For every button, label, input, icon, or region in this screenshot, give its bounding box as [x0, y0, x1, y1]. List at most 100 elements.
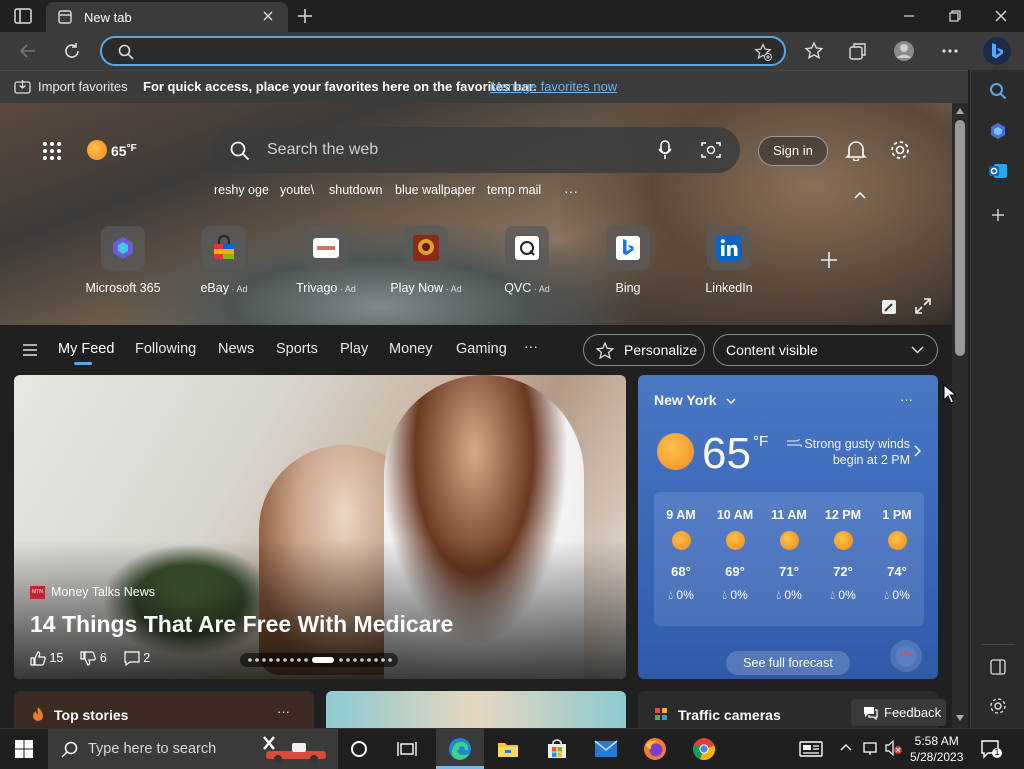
see-full-forecast-button[interactable]: See full forecast	[726, 651, 850, 675]
show-hidden-icons-icon[interactable]	[840, 743, 852, 751]
recent-search-chip[interactable]: shutdown	[329, 183, 383, 197]
voice-search-icon[interactable]	[658, 140, 672, 160]
weather-card[interactable]: New York ··· 65 °F Strong gusty winds be…	[638, 375, 938, 679]
visual-search-icon[interactable]	[701, 141, 721, 159]
story-card-image[interactable]	[326, 691, 626, 728]
mail-icon[interactable]	[591, 734, 621, 764]
tab-sports[interactable]: Sports	[276, 341, 318, 357]
profile-avatar[interactable]	[893, 40, 915, 62]
top-stories-card[interactable]: Top stories ···	[14, 691, 314, 728]
tab-following[interactable]: Following	[135, 341, 196, 357]
restore-button[interactable]	[932, 0, 978, 32]
edit-background-icon[interactable]	[881, 299, 897, 315]
recent-search-chip[interactable]: reshy oge	[214, 183, 269, 197]
hourly-item[interactable]: 11 AM 71° 💧︎ 0%	[762, 492, 816, 603]
notifications-icon[interactable]	[845, 139, 867, 161]
microsoft-store-icon[interactable]	[542, 734, 572, 764]
more-searches-icon[interactable]: ···	[564, 183, 578, 199]
new-tab-button[interactable]	[296, 7, 314, 25]
expand-icon[interactable]	[915, 298, 931, 314]
tab-new-tab[interactable]: New tab	[46, 2, 288, 32]
weather-alert[interactable]: Strong gusty winds begin at 2 PM	[784, 436, 910, 468]
top-stories-more-icon[interactable]: ···	[277, 704, 290, 719]
web-search-box[interactable]: Search the web	[212, 127, 740, 173]
header-weather[interactable]: 65°F	[111, 143, 137, 159]
sidebar-search-icon[interactable]	[987, 80, 1009, 102]
page-settings-icon[interactable]	[889, 139, 911, 161]
back-button[interactable]	[17, 40, 39, 62]
carousel-indicator[interactable]	[240, 653, 398, 667]
quick-link-trivago[interactable]: Trivago · Ad	[281, 226, 371, 295]
manage-favorites-link[interactable]: Manage favorites now	[490, 79, 617, 94]
settings-more-icon[interactable]	[939, 40, 961, 62]
hourly-item[interactable]: 12 PM 72° 💧︎ 0%	[816, 492, 870, 603]
main-story-card[interactable]: MTN Money Talks News 14 Things That Are F…	[14, 375, 626, 679]
tab-gaming[interactable]: Gaming	[456, 341, 507, 357]
network-icon[interactable]	[862, 740, 880, 756]
feed-menu-icon[interactable]	[22, 343, 38, 357]
personalize-button[interactable]: Personalize	[583, 334, 705, 366]
close-window-button[interactable]	[978, 0, 1024, 32]
dislike-icon[interactable]	[80, 651, 97, 666]
sidebar-settings-icon[interactable]	[987, 695, 1009, 717]
like-icon[interactable]	[30, 651, 46, 666]
hide-sidebar-icon[interactable]	[987, 656, 1009, 678]
recent-search-chip[interactable]: youte\	[280, 183, 314, 197]
scroll-up-arrow-icon[interactable]	[956, 108, 964, 114]
import-favorites-icon[interactable]	[14, 79, 31, 95]
hourly-item[interactable]: 10 AM 69° 💧︎ 0%	[708, 492, 762, 603]
quick-link-bing[interactable]: Bing	[583, 226, 673, 295]
story-headline[interactable]: 14 Things That Are Free With Medicare	[30, 611, 453, 638]
collapse-chevron-icon[interactable]	[854, 191, 866, 199]
bing-chat-icon[interactable]	[983, 37, 1011, 65]
add-quick-link-icon[interactable]	[820, 251, 838, 269]
sidebar-add-icon[interactable]	[987, 204, 1009, 226]
firefox-icon[interactable]	[640, 734, 670, 764]
page-scrollbar[interactable]	[952, 103, 968, 728]
tab-news[interactable]: News	[218, 341, 254, 357]
file-explorer-icon[interactable]	[493, 734, 523, 764]
task-view-icon[interactable]	[392, 734, 422, 764]
sidebar-outlook-icon[interactable]	[987, 160, 1009, 182]
sign-in-button[interactable]: Sign in	[758, 136, 828, 166]
tab-play[interactable]: Play	[340, 341, 368, 357]
chevron-right-icon[interactable]	[914, 445, 921, 457]
refresh-button[interactable]	[61, 40, 83, 62]
more-tabs-icon[interactable]: ···	[524, 338, 538, 354]
story-source[interactable]: MTN Money Talks News	[30, 585, 155, 600]
feedback-button[interactable]: Feedback	[851, 699, 946, 726]
address-bar[interactable]	[100, 36, 786, 66]
chrome-icon[interactable]	[689, 734, 719, 764]
tab-money[interactable]: Money	[389, 341, 433, 357]
taskbar-clock[interactable]: 5:58 AM 5/28/2023	[910, 733, 963, 765]
minimize-button[interactable]	[886, 0, 932, 32]
favorites-icon[interactable]	[803, 40, 825, 62]
hourly-item[interactable]: 9 AM 68° 💧︎ 0%	[654, 492, 708, 603]
sidebar-bing-icon[interactable]	[987, 120, 1009, 142]
collections-icon[interactable]	[847, 40, 869, 62]
edge-taskbar-icon[interactable]	[445, 734, 475, 764]
add-favorite-icon[interactable]	[754, 43, 772, 61]
taskbar-search-input[interactable]: Type here to search	[88, 741, 216, 757]
quick-link-microsoft-365[interactable]: Microsoft 365	[78, 226, 168, 295]
recent-search-chip[interactable]: temp mail	[487, 183, 541, 197]
news-widget-icon[interactable]	[796, 734, 826, 764]
apps-launcher-icon[interactable]	[42, 141, 62, 161]
close-tab-icon[interactable]	[262, 10, 274, 22]
quick-link-play-now[interactable]: Play Now · Ad	[381, 226, 471, 295]
tab-my-feed[interactable]: My Feed	[58, 341, 114, 357]
quick-link-qvc[interactable]: QVC · Ad	[482, 226, 572, 295]
recent-search-chip[interactable]: blue wallpaper	[395, 183, 476, 197]
windows-start-icon[interactable]	[9, 734, 39, 764]
quick-link-ebay[interactable]: eBay · Ad	[179, 226, 269, 295]
volume-muted-icon[interactable]	[885, 740, 903, 756]
notification-center-icon[interactable]: 1	[980, 739, 1002, 759]
weather-map-icon[interactable]	[890, 640, 922, 672]
scrollbar-thumb[interactable]	[955, 120, 965, 356]
web-search-input[interactable]: Search the web	[267, 141, 378, 159]
import-favorites-button[interactable]: Import favorites	[38, 79, 128, 94]
content-visibility-dropdown[interactable]: Content visible	[713, 334, 938, 366]
search-highlight-icon[interactable]	[258, 733, 334, 765]
taskbar-search-box[interactable]: Type here to search	[48, 729, 338, 769]
hourly-item[interactable]: 1 PM 74° 💧︎ 0%	[870, 492, 924, 603]
